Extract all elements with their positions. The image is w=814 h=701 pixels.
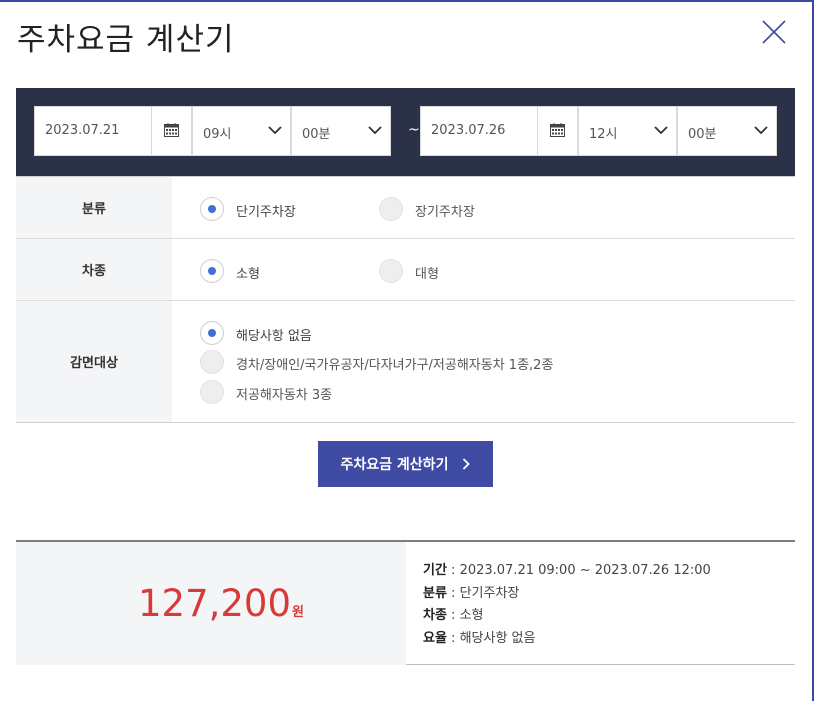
calendar-icon: [164, 123, 179, 137]
car-type-option-large[interactable]: 대형: [415, 263, 439, 282]
start-minute-value: 00분: [302, 127, 331, 142]
category-label: 분류: [16, 177, 172, 238]
fee-amount-value: 127,200: [138, 582, 292, 625]
discount-row: 감면대상 해당사항 없음 경차/장애인/국가유공자/다자녀가구/저공해자동차 1…: [16, 301, 795, 423]
page-title: 주차요금 계산기: [17, 22, 235, 58]
end-date-value: 2023.07.26: [431, 123, 506, 138]
car-type-radio-small[interactable]: [200, 259, 224, 283]
window-frame-top: [0, 0, 814, 2]
chevron-down-icon: [368, 126, 382, 135]
date-range-bar: 2023.07.21 09시 00분 ~ 2023.07.26 12시 00분: [16, 88, 795, 176]
result-category-value: : 단기주차장: [446, 585, 520, 601]
date-range-separator: ~: [408, 122, 420, 138]
start-hour-select[interactable]: 09시: [192, 106, 291, 156]
start-minute-select[interactable]: 00분: [291, 106, 391, 156]
chevron-down-icon: [654, 126, 668, 135]
result-details: 기간 : 2023.07.21 09:00 ~ 2023.07.26 12:00…: [423, 560, 711, 650]
result-amount-panel: 127,200원: [16, 542, 406, 665]
result-rate: 요율 : 해당사항 없음: [423, 628, 711, 651]
result-period-label: 기간: [423, 563, 447, 578]
chevron-down-icon: [268, 126, 282, 135]
result-period-value: : 2023.07.21 09:00 ~ 2023.07.26 12:00: [446, 563, 711, 578]
result-panel: 127,200원 기간 : 2023.07.21 09:00 ~ 2023.07…: [16, 540, 795, 665]
discount-option-type3[interactable]: 저공해자동차 3종: [236, 384, 332, 403]
options-table: 분류 단기주차장 장기주차장 차종 소형 대형 감면대상 해당사항 없음 경차/…: [16, 176, 795, 423]
end-hour-value: 12시: [589, 127, 618, 142]
start-hour-value: 09시: [203, 127, 232, 142]
fee-amount: 127,200원: [138, 582, 304, 625]
result-car-label: 차종: [423, 608, 447, 623]
calendar-icon: [550, 123, 565, 137]
result-rate-label: 요율: [423, 630, 447, 646]
end-minute-value: 00분: [688, 127, 717, 142]
car-type-option-small[interactable]: 소형: [236, 263, 260, 282]
discount-radio-type12[interactable]: [200, 350, 224, 374]
close-icon: [762, 20, 786, 44]
car-type-radio-large[interactable]: [379, 259, 403, 283]
discount-radio-type3[interactable]: [200, 380, 224, 404]
result-category: 분류 : 단기주차장: [423, 583, 711, 606]
discount-option-none[interactable]: 해당사항 없음: [236, 325, 312, 344]
car-type-row: 차종 소형 대형: [16, 239, 795, 301]
end-calendar-button[interactable]: [537, 107, 577, 155]
category-radio-short-term[interactable]: [200, 197, 224, 221]
result-category-label: 분류: [423, 585, 447, 601]
start-date-value: 2023.07.21: [45, 123, 120, 138]
result-car-value: : 소형: [446, 608, 484, 623]
result-rate-value: : 해당사항 없음: [446, 630, 536, 646]
result-period: 기간 : 2023.07.21 09:00 ~ 2023.07.26 12:00: [423, 560, 711, 583]
discount-radio-none[interactable]: [200, 321, 224, 345]
end-minute-select[interactable]: 00분: [677, 106, 777, 156]
category-option-short-term[interactable]: 단기주차장: [236, 201, 296, 220]
close-button[interactable]: [760, 18, 788, 46]
car-type-label: 차종: [16, 239, 172, 300]
end-date-input[interactable]: 2023.07.26: [420, 106, 578, 156]
discount-label: 감면대상: [16, 301, 172, 422]
discount-option-type12[interactable]: 경차/장애인/국가유공자/다자녀가구/저공해자동차 1종,2종: [236, 354, 553, 373]
category-option-long-term[interactable]: 장기주차장: [415, 201, 475, 220]
category-radio-long-term[interactable]: [379, 197, 403, 221]
start-date-input[interactable]: 2023.07.21: [34, 106, 192, 156]
calculate-fee-label: 주차요금 계산하기: [340, 457, 449, 473]
chevron-down-icon: [754, 126, 768, 135]
category-row: 분류 단기주차장 장기주차장: [16, 177, 795, 239]
chevron-right-icon: [463, 458, 471, 470]
start-calendar-button[interactable]: [151, 107, 191, 155]
end-hour-select[interactable]: 12시: [578, 106, 677, 156]
calculate-fee-button[interactable]: 주차요금 계산하기: [318, 441, 493, 487]
result-car-type: 차종 : 소형: [423, 605, 711, 628]
fee-amount-unit: 원: [292, 605, 304, 620]
